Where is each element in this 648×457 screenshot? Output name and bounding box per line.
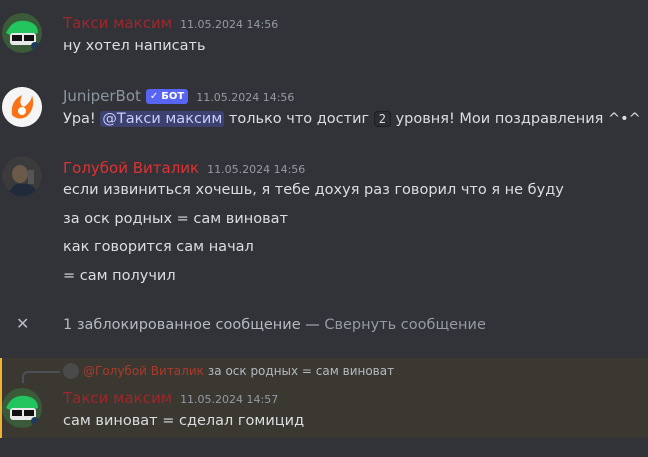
user-mention[interactable]: @Такси максим	[100, 111, 225, 127]
timestamp[interactable]: 11.05.2024 14:56	[196, 91, 294, 104]
reply-text: за оск родных = сам виноват	[207, 364, 395, 378]
bot-badge: ✓ БОТ	[145, 89, 189, 104]
text-part: только что достиг	[224, 111, 374, 127]
reply-avatar	[63, 363, 79, 379]
message-header: Такси максим 11.05.2024 14:56	[63, 14, 278, 32]
checkmark-icon: ✓	[149, 91, 159, 102]
juniper-logo-icon	[2, 87, 42, 127]
message-header: Голубой Виталик 11.05.2024 14:56	[63, 159, 305, 177]
message-header: Такси максим 11.05.2024 14:57	[63, 389, 278, 407]
blocked-count-text: 1 заблокированное сообщение —	[63, 317, 325, 333]
message-text: как говорится сам начал	[63, 239, 254, 255]
bot-badge-label: БОТ	[161, 91, 185, 102]
avatar-goluboy-vitalik[interactable]	[2, 156, 42, 196]
author-name[interactable]: Такси максим	[63, 389, 172, 407]
avatar-taxi-maxim[interactable]	[2, 13, 42, 53]
message-text: если извиниться хочешь, я тебе дохуя раз…	[63, 182, 564, 198]
avatar-juniperbot[interactable]	[2, 87, 42, 127]
timestamp[interactable]: 11.05.2024 14:56	[180, 18, 278, 31]
collapse-messages-link[interactable]: Свернуть сообщение	[324, 317, 486, 333]
message-4-highlighted: @Голубой Виталик за оск родных = сам вин…	[0, 358, 648, 438]
avatar-image-icon	[2, 13, 42, 53]
reply-preview[interactable]: @Голубой Виталик за оск родных = сам вин…	[63, 363, 394, 379]
message-header: JuniperBot ✓ БОТ 11.05.2024 14:56	[63, 87, 294, 105]
timestamp[interactable]: 11.05.2024 14:56	[207, 163, 305, 176]
author-name[interactable]: Голубой Виталик	[63, 159, 199, 177]
message-text: сам виноват = сделал гомицид	[63, 413, 305, 429]
reply-spine	[22, 371, 60, 383]
reply-author[interactable]: @Голубой Виталик	[83, 364, 204, 378]
timestamp[interactable]: 11.05.2024 14:57	[180, 393, 278, 406]
author-name[interactable]: JuniperBot	[63, 87, 141, 105]
blocked-messages-row[interactable]: ✕ 1 заблокированное сообщение — Свернуть…	[0, 310, 648, 340]
blocked-text: 1 заблокированное сообщение — Свернуть с…	[63, 317, 486, 333]
avatar-taxi-maxim[interactable]	[2, 388, 42, 428]
message-text: за оск родных = сам виноват	[63, 211, 288, 227]
message-text: ну хотел написать	[63, 38, 206, 54]
message-text: = сам получил	[63, 268, 176, 284]
author-name[interactable]: Такси максим	[63, 14, 172, 32]
inline-code: 2	[373, 111, 391, 127]
message-text: Ура! @Такси максим только что достиг 2 у…	[63, 111, 641, 127]
avatar-image-icon	[2, 388, 42, 428]
close-icon[interactable]: ✕	[16, 314, 29, 333]
mention-highlight-bar	[0, 358, 2, 438]
text-part: Ура!	[63, 111, 101, 127]
avatar-image-icon	[2, 156, 42, 196]
text-part: уровня! Мои поздравления ^•^	[390, 111, 641, 127]
